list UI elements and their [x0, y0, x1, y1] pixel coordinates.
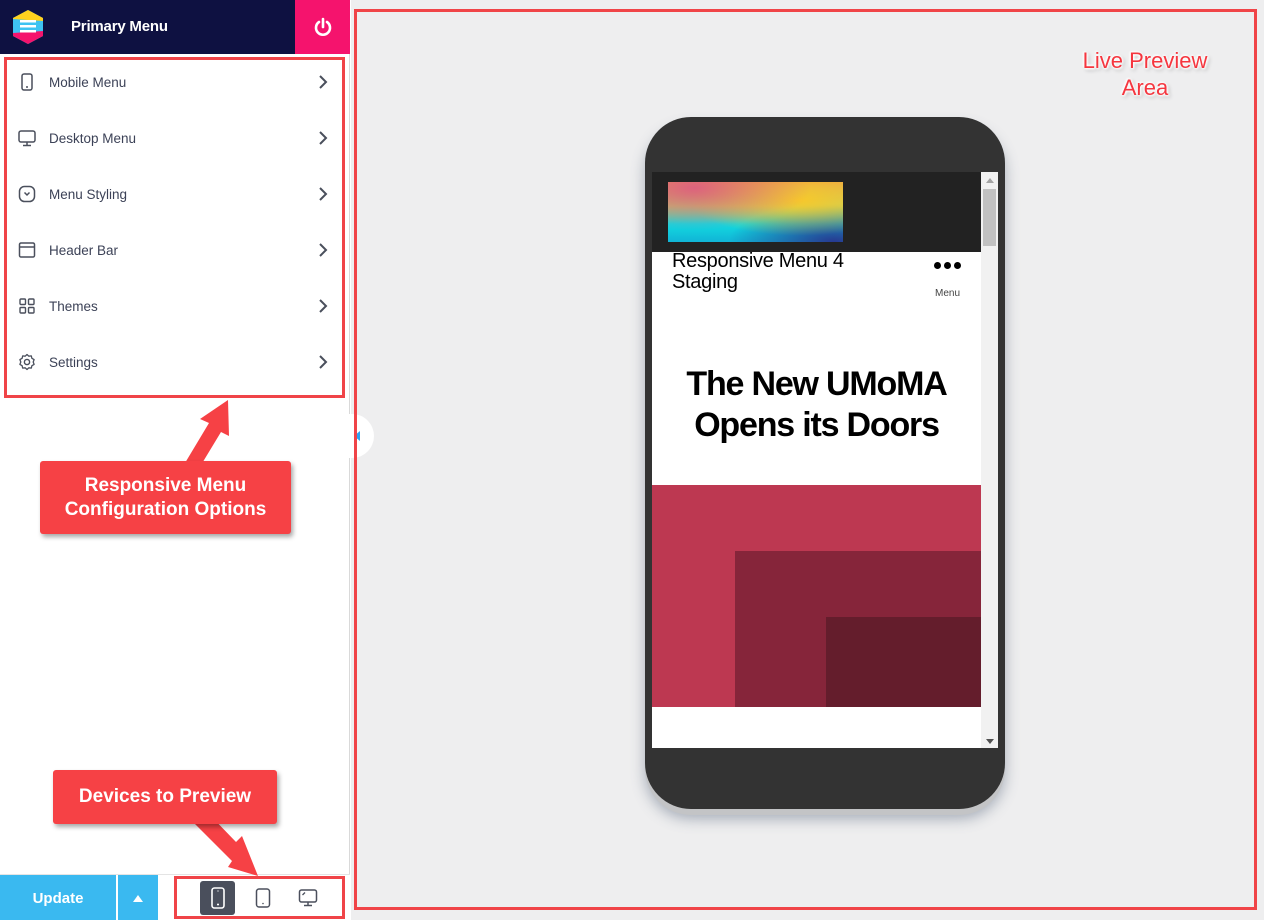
- desktop-monitor-icon: [18, 130, 36, 147]
- bottom-action-bar: Update: [0, 874, 350, 920]
- chevron-right-icon: [319, 243, 328, 257]
- app-title: Primary Menu: [71, 18, 168, 35]
- site-menu-label[interactable]: Menu: [935, 288, 960, 299]
- app-root: Primary Menu Mobile Menu Desktop Menu Me…: [0, 0, 1264, 920]
- grid-icon: [19, 298, 35, 314]
- menu-item-label: Settings: [49, 355, 98, 370]
- chevron-right-icon: [319, 299, 328, 313]
- config-menu-list: Mobile Menu Desktop Menu Menu Styling He…: [6, 58, 343, 394]
- device-mobile-button[interactable]: [200, 881, 235, 915]
- caret-up-icon: [133, 894, 143, 902]
- menu-item-label: Mobile Menu: [49, 75, 127, 90]
- device-tablet-button[interactable]: [245, 881, 280, 915]
- power-button[interactable]: [295, 0, 350, 54]
- chevron-right-icon: [319, 75, 328, 89]
- menu-item-menu-styling[interactable]: Menu Styling: [6, 170, 343, 226]
- chevron-right-icon: [319, 131, 328, 145]
- scroll-thumb[interactable]: [983, 189, 996, 246]
- mobile-phone-icon: [210, 887, 225, 909]
- scroll-up-arrow-icon[interactable]: [986, 178, 994, 183]
- scroll-down-arrow-icon[interactable]: [986, 739, 994, 744]
- menu-item-settings[interactable]: Settings: [6, 338, 343, 394]
- responsive-menu-logo-icon: [13, 10, 43, 44]
- menu-item-label: Header Bar: [49, 243, 119, 258]
- window-icon: [18, 242, 36, 258]
- live-preview-label: Live Preview Area: [1082, 48, 1208, 100]
- more-dots-icon: [934, 262, 961, 269]
- site-header: [652, 172, 981, 252]
- update-options-button[interactable]: [118, 875, 158, 920]
- tablet-icon: [255, 888, 270, 908]
- site-title[interactable]: Responsive Menu 4 Staging: [672, 251, 902, 293]
- menu-item-desktop-menu[interactable]: Desktop Menu: [6, 114, 343, 170]
- desktop-monitor-icon: [298, 889, 317, 907]
- site-menu-toggle[interactable]: [934, 262, 961, 269]
- mobile-phone-icon: [21, 73, 33, 91]
- preview-scrollbar[interactable]: [981, 172, 998, 748]
- menu-item-label: Themes: [49, 299, 98, 314]
- menu-item-themes[interactable]: Themes: [6, 282, 343, 338]
- caret-left-icon: [354, 431, 360, 441]
- devices-callout: Devices to Preview: [53, 770, 277, 824]
- power-icon: [314, 17, 331, 36]
- menu-item-mobile-menu[interactable]: Mobile Menu: [6, 58, 343, 114]
- menu-item-label: Desktop Menu: [49, 131, 137, 146]
- update-button[interactable]: Update: [0, 875, 116, 920]
- gear-icon: [19, 353, 35, 371]
- dropdown-circle-icon: [18, 185, 36, 203]
- config-options-callout: Responsive Menu Configuration Options: [40, 461, 291, 534]
- menu-item-header-bar[interactable]: Header Bar: [6, 226, 343, 282]
- hero-image: [652, 485, 981, 707]
- phone-screen: Responsive Menu 4 Staging Menu The New U…: [652, 172, 998, 748]
- chevron-right-icon: [319, 355, 328, 369]
- menu-item-label: Menu Styling: [49, 187, 128, 202]
- device-desktop-button[interactable]: [290, 881, 325, 915]
- hero-title: The New UMoMA Opens its Doors: [686, 365, 947, 444]
- top-bar: Primary Menu: [0, 0, 350, 54]
- site-logo-image: [668, 182, 843, 242]
- hero-block: [826, 617, 981, 707]
- chevron-right-icon: [319, 187, 328, 201]
